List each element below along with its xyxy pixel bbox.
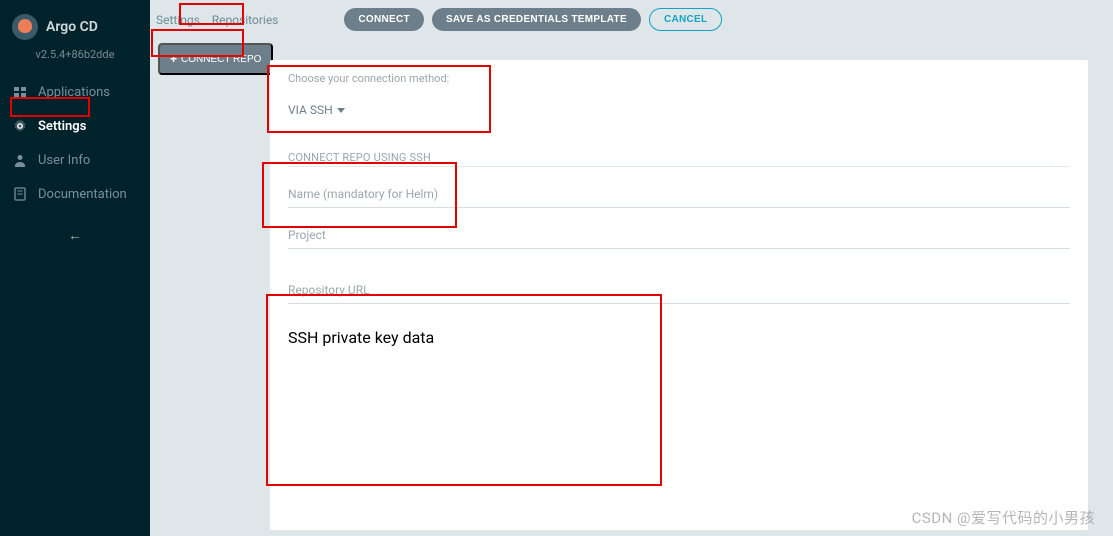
name-field[interactable]: Name (mandatory for Helm) xyxy=(288,187,1070,208)
breadcrumb-current[interactable]: Repositories xyxy=(212,13,279,28)
connect-repo-label: CONNECT REPO xyxy=(181,54,261,65)
breadcrumb[interactable]: Settings Repositories xyxy=(156,13,278,27)
sidebar-item-applications[interactable]: Applications xyxy=(0,75,150,109)
name-placeholder: Name (mandatory for Helm) xyxy=(288,187,1070,207)
sidebar-item-label: Documentation xyxy=(38,187,127,202)
connect-repo-form: Choose your connection method: VIA SSH C… xyxy=(270,60,1088,530)
ssh-key-field[interactable]: SSH private key data xyxy=(288,328,1070,411)
book-icon xyxy=(12,186,28,202)
user-icon xyxy=(12,152,28,168)
save-as-template-button[interactable]: SAVE AS CREDENTIALS TEMPLATE xyxy=(432,8,641,31)
breadcrumb-root[interactable]: Settings xyxy=(156,13,200,27)
sidebar-item-label: Applications xyxy=(38,85,110,100)
gear-icon xyxy=(12,118,28,134)
sidebar-item-settings[interactable]: Settings xyxy=(0,109,150,143)
top-bar: Settings Repositories CONNECT SAVE AS CR… xyxy=(150,0,1113,37)
app-title: Argo CD xyxy=(46,19,98,35)
connection-method-value: VIA SSH xyxy=(288,103,333,117)
repo-url-placeholder: Repository URL xyxy=(288,283,1070,303)
ssh-key-placeholder: SSH private key data xyxy=(288,328,1070,347)
sidebar-item-label: Settings xyxy=(38,119,86,134)
sidebar-collapse[interactable]: ← xyxy=(0,211,150,258)
main-area: Settings Repositories CONNECT SAVE AS CR… xyxy=(150,0,1113,536)
project-placeholder: Project xyxy=(288,228,1070,248)
connect-button[interactable]: CONNECT xyxy=(344,8,424,31)
connect-repo-button[interactable]: + CONNECT REPO xyxy=(158,43,273,75)
sidebar-item-label: User Info xyxy=(38,153,90,168)
connection-method-label: Choose your connection method: xyxy=(288,72,1070,85)
chevron-down-icon xyxy=(337,108,345,113)
section-title: CONNECT REPO USING SSH xyxy=(288,151,1070,164)
project-field[interactable]: Project xyxy=(288,228,1070,249)
sidebar-item-user-info[interactable]: User Info xyxy=(0,143,150,177)
repo-url-field[interactable]: Repository URL xyxy=(288,283,1070,304)
section-divider xyxy=(288,166,1070,167)
sidebar-item-documentation[interactable]: Documentation xyxy=(0,177,150,211)
connection-method-select[interactable]: VIA SSH xyxy=(288,103,345,117)
sidebar: Argo CD v2.5.4+86b2dde Applications Sett… xyxy=(0,0,150,536)
plus-icon: + xyxy=(170,52,177,66)
argo-logo-icon xyxy=(12,14,38,40)
arrow-left-icon: ← xyxy=(68,228,82,244)
app-logo-row: Argo CD xyxy=(0,8,150,48)
app-version: v2.5.4+86b2dde xyxy=(0,48,150,75)
cancel-button[interactable]: CANCEL xyxy=(649,8,722,31)
watermark: CSDN @爱写代码的小男孩 xyxy=(912,507,1095,528)
applications-icon xyxy=(12,84,28,100)
